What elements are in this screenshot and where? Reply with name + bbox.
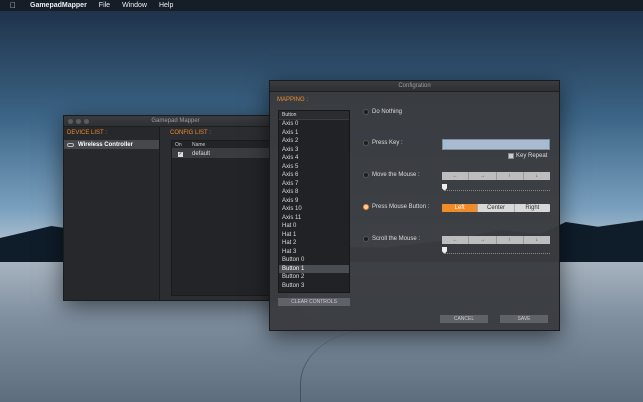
cancel-button[interactable]: CANCEL xyxy=(440,315,488,323)
radio-press-mouse[interactable] xyxy=(363,204,369,210)
table-row[interactable]: ✓ default xyxy=(172,149,278,158)
list-item[interactable]: Axis 4 xyxy=(279,154,349,163)
list-item[interactable]: Hat 2 xyxy=(279,239,349,248)
list-item[interactable]: Button 3 xyxy=(279,282,349,291)
list-item[interactable]: Axis 5 xyxy=(279,163,349,172)
list-item[interactable]: Hat 3 xyxy=(279,248,349,257)
option-do-nothing[interactable]: Do Nothing xyxy=(363,109,402,115)
list-item[interactable]: Hat 1 xyxy=(279,231,349,240)
main-titlebar[interactable]: Gamepad Mapper xyxy=(64,116,287,127)
list-item[interactable]: Button 1 xyxy=(279,264,349,273)
save-button[interactable]: SAVE xyxy=(500,315,548,323)
list-item[interactable]: Axis 0 xyxy=(279,120,349,129)
dialog-titlebar[interactable]: Configration xyxy=(270,81,559,92)
zoom-button[interactable] xyxy=(84,119,89,124)
menu-window[interactable]: Window xyxy=(122,2,147,9)
apple-logo-icon[interactable]:  xyxy=(10,1,18,10)
clear-controls-button[interactable]: CLEAR CONTROLS xyxy=(278,298,350,306)
window-controls xyxy=(68,119,89,124)
config-checkbox[interactable]: ✓ xyxy=(172,151,192,157)
config-name: default xyxy=(192,150,211,157)
right-arrow-icon[interactable]: → xyxy=(469,236,497,244)
radio-do-nothing[interactable] xyxy=(363,109,369,115)
list-item[interactable]: Axis 1 xyxy=(279,129,349,138)
gamepad-icon xyxy=(67,142,74,147)
down-arrow-icon[interactable]: ↓ xyxy=(524,236,550,244)
key-input[interactable] xyxy=(442,139,550,150)
device-pane: DEVICE LIST : Wireless Controller xyxy=(64,127,160,300)
dialog-title: Configration xyxy=(398,83,431,89)
minimize-button[interactable] xyxy=(76,119,81,124)
radio-scroll-mouse[interactable] xyxy=(363,236,369,242)
option-scroll-mouse[interactable]: Scroll the Mouse : xyxy=(363,236,420,242)
column-on[interactable]: On xyxy=(172,142,192,148)
move-direction-buttons: ← → ↑ ↓ xyxy=(442,172,550,180)
up-arrow-icon[interactable]: ↑ xyxy=(497,236,524,244)
list-item[interactable]: Axis 3 xyxy=(279,146,349,155)
segment-right[interactable]: Right xyxy=(515,204,550,212)
segment-left[interactable]: Left xyxy=(442,204,479,212)
device-item[interactable]: Wireless Controller xyxy=(64,140,159,149)
scroll-speed-slider[interactable] xyxy=(442,247,550,255)
list-item[interactable]: Button 0 xyxy=(279,256,349,265)
menu-help[interactable]: Help xyxy=(159,2,173,9)
mouse-button-segment: Left Center Right xyxy=(442,204,550,212)
menu-app-name[interactable]: GamepadMapper xyxy=(30,2,87,9)
close-button[interactable] xyxy=(68,119,73,124)
list-item[interactable]: Axis 2 xyxy=(279,137,349,146)
right-arrow-icon[interactable]: → xyxy=(469,172,497,180)
list-item[interactable]: Button 2 xyxy=(279,273,349,282)
button-list: Button Axis 0 Axis 1 Axis 2 Axis 3 Axis 4 Axi… xyxy=(278,110,350,293)
configuration-dialog: Configration MAPPING : Button Axis 0 Axis… xyxy=(269,80,560,331)
checkbox-icon xyxy=(508,153,514,159)
column-name[interactable]: Name xyxy=(192,142,205,148)
list-item[interactable]: Axis 8 xyxy=(279,188,349,197)
radio-press-key[interactable] xyxy=(363,140,369,146)
list-item[interactable]: Axis 6 xyxy=(279,171,349,180)
device-name: Wireless Controller xyxy=(78,141,133,148)
down-arrow-icon[interactable]: ↓ xyxy=(524,172,550,180)
main-window-title: Gamepad Mapper xyxy=(151,118,200,124)
radio-move-mouse[interactable] xyxy=(363,172,369,178)
slider-ticks xyxy=(444,190,550,192)
up-arrow-icon[interactable]: ↑ xyxy=(497,172,524,180)
button-list-header: Button xyxy=(279,111,349,120)
device-list-label: DEVICE LIST : xyxy=(67,130,107,136)
left-arrow-icon[interactable]: ← xyxy=(442,172,470,180)
slider-ticks xyxy=(444,253,550,255)
move-speed-slider[interactable] xyxy=(442,184,550,192)
scroll-direction-buttons: ← → ↑ ↓ xyxy=(442,236,550,244)
main-window: Gamepad Mapper DEVICE LIST : Wireless Co… xyxy=(63,115,288,301)
mapping-label: MAPPING : xyxy=(277,97,309,103)
segment-center[interactable]: Center xyxy=(478,204,515,212)
list-item[interactable]: Axis 11 xyxy=(279,214,349,223)
config-table: On Name ✓ default xyxy=(171,140,279,296)
left-arrow-icon[interactable]: ← xyxy=(442,236,470,244)
menu-bar:  GamepadMapper File Window Help xyxy=(0,0,643,11)
option-press-mouse[interactable]: Press Mouse Button : xyxy=(363,204,429,210)
list-item[interactable]: Axis 9 xyxy=(279,197,349,206)
config-table-header: On Name xyxy=(172,141,278,149)
key-repeat-checkbox[interactable]: Key Repeat xyxy=(508,153,547,159)
list-item[interactable]: Axis 10 xyxy=(279,205,349,214)
list-item[interactable]: Hat 0 xyxy=(279,222,349,231)
menu-file[interactable]: File xyxy=(99,2,110,9)
option-move-mouse[interactable]: Move the Mouse : xyxy=(363,172,420,178)
list-item[interactable]: Axis 7 xyxy=(279,180,349,189)
option-press-key[interactable]: Press Key : xyxy=(363,140,403,146)
